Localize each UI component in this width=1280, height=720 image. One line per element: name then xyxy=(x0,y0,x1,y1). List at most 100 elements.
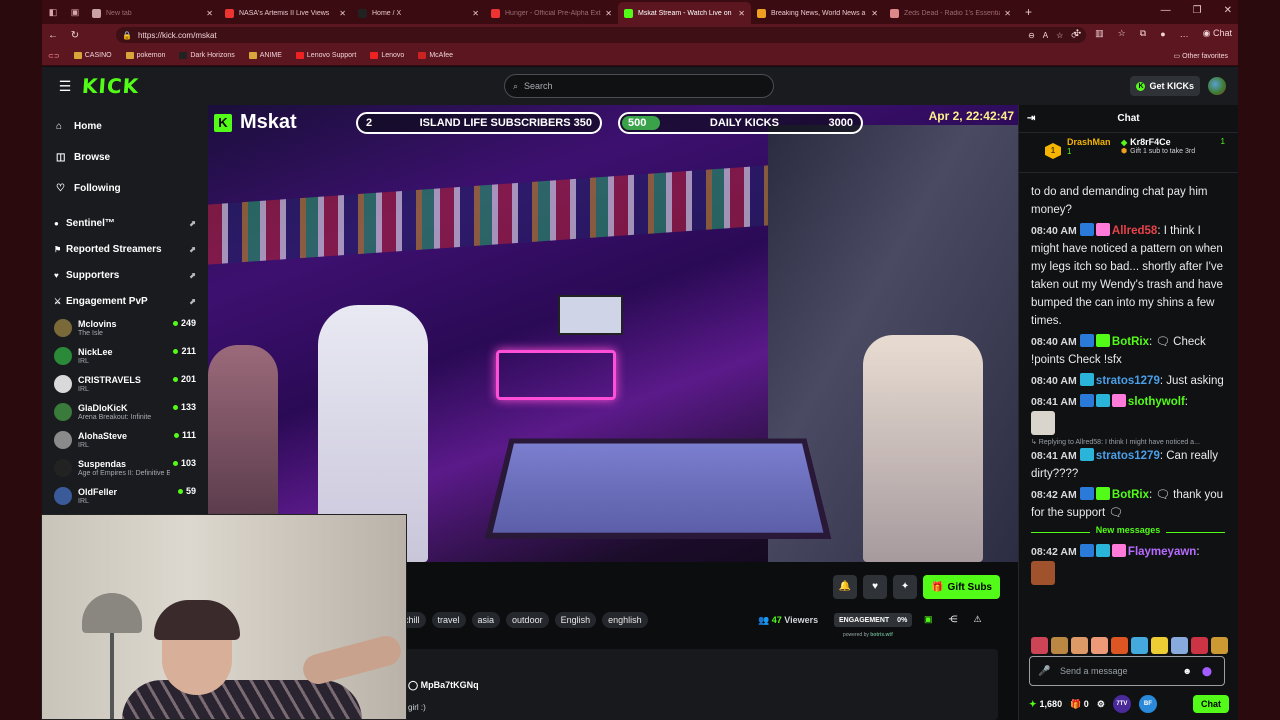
close-tab-icon[interactable]: ✕ xyxy=(206,9,213,18)
close-tab-icon[interactable]: ✕ xyxy=(472,9,479,18)
sidebar-item-browse[interactable]: ◫ Browse xyxy=(42,142,208,173)
read-aloud-icon[interactable]: A xyxy=(1043,31,1048,40)
split-icon[interactable]: ▥ xyxy=(1095,28,1104,39)
stream-tag[interactable]: English xyxy=(554,612,597,628)
bookmark-item[interactable]: ANIME xyxy=(248,52,282,59)
close-tab-icon[interactable]: ✕ xyxy=(738,9,745,18)
emote-picker-icon[interactable]: ⬤ xyxy=(1202,666,1212,677)
section-engagement-pvp[interactable]: ⚔ Engagement PvP ⬈ xyxy=(42,288,208,314)
chat-message[interactable]: to do and demanding chat pay him money? xyxy=(1031,183,1225,219)
message-username[interactable]: BotRix xyxy=(1112,489,1149,501)
get-kicks-button[interactable]: K Get KICKs xyxy=(1130,76,1200,96)
bookmark-item[interactable]: McAfee xyxy=(418,52,453,59)
stream-tag[interactable]: travel xyxy=(431,612,466,628)
message-username[interactable]: slothywolf xyxy=(1128,396,1185,408)
quick-emote[interactable] xyxy=(1071,637,1088,654)
kicks-button[interactable]: ✦ xyxy=(893,575,918,599)
close-tab-icon[interactable]: ✕ xyxy=(1004,9,1011,18)
bookmark-item[interactable]: Dark Horizons xyxy=(179,52,235,59)
new-messages-divider[interactable]: New messages xyxy=(1031,525,1225,539)
engagement-badge[interactable]: ENGAGEMENT 0% xyxy=(834,613,913,627)
more-icon[interactable]: … xyxy=(1180,29,1189,39)
channel-item[interactable]: CRISTRAVELS IRL 201 xyxy=(42,370,208,398)
bookmark-item[interactable]: Lenovo xyxy=(370,52,404,59)
chat-message[interactable]: 08:41 AM stratos1279: Can really dirty??… xyxy=(1031,447,1225,483)
restore-icon[interactable]: ❐ xyxy=(1193,5,1202,16)
account-icon[interactable]: ● xyxy=(1160,29,1165,39)
channel-item[interactable]: OldFeller IRL 59 xyxy=(42,482,208,510)
external-icon[interactable]: ⬈ xyxy=(189,219,196,228)
other-favorites[interactable]: ▭ Other favorites xyxy=(1174,52,1228,60)
message-username[interactable]: stratos1279 xyxy=(1096,450,1160,462)
chat-message[interactable]: 08:40 AM Allred58: I think I might have … xyxy=(1031,222,1225,330)
zoom-icon[interactable]: ⊖ xyxy=(1028,31,1035,40)
quick-emote[interactable] xyxy=(1051,637,1068,654)
browser-tab[interactable]: New tab ✕ xyxy=(86,2,219,24)
collections-icon[interactable]: ⧉ xyxy=(1140,28,1146,39)
gift-subs-button[interactable]: 🎁 Gift Subs xyxy=(923,575,1000,599)
browser-tab[interactable]: Mskat Stream - Watch Live on ✕ xyxy=(618,2,751,24)
minimize-icon[interactable]: — xyxy=(1161,5,1171,16)
external-icon[interactable]: ⬈ xyxy=(189,245,196,254)
channel-item[interactable]: GlaDIoKicK Arena Breakout: Infinite 133 xyxy=(42,398,208,426)
leader-second[interactable]: Kr8rF4Ce Gift 1 sub to take 3rd 1 xyxy=(1121,137,1231,155)
report-icon[interactable]: ⚠ xyxy=(974,614,982,625)
settings-icon[interactable]: ⚙ xyxy=(1097,699,1105,710)
message-username[interactable]: BotRix xyxy=(1112,336,1149,348)
chat-input[interactable]: 🎤 Send a message ☻ ⬤ xyxy=(1029,656,1225,686)
reply-context[interactable]: ↳ Replying to Allred58: I think I might … xyxy=(1031,438,1225,447)
points-balance[interactable]: 1,680 xyxy=(1029,699,1063,710)
bookmark-item[interactable]: CASINO xyxy=(73,52,112,59)
external-icon[interactable]: ⬈ xyxy=(189,297,196,306)
sidebar-item-following[interactable]: ♡ Following xyxy=(42,173,208,204)
browser-tab[interactable]: Zeds Dead - Radio 1's Essential M ✕ xyxy=(884,2,1017,24)
kick-logo[interactable]: KICK xyxy=(81,74,140,98)
hamburger-menu-icon[interactable]: ☰ xyxy=(52,78,78,95)
chat-message[interactable]: 08:42 AM BotRix: 🗨 thank you for the sup… xyxy=(1031,486,1225,522)
tab-actions-icon[interactable]: ▣ xyxy=(64,7,86,18)
quick-emote[interactable] xyxy=(1131,637,1148,654)
back-icon[interactable]: ← xyxy=(42,30,64,41)
channel-item[interactable]: Mclovins The Isle 249 xyxy=(42,314,208,342)
section-reported-streamers[interactable]: ⚑ Reported Streamers ⬈ xyxy=(42,236,208,262)
profile-icon[interactable]: ◧ xyxy=(42,7,64,18)
quick-emote[interactable] xyxy=(1151,637,1168,654)
user-avatar[interactable] xyxy=(1208,77,1226,95)
quick-emote[interactable] xyxy=(1191,637,1208,654)
message-username[interactable]: stratos1279 xyxy=(1096,375,1160,387)
video-player[interactable]: K Mskat 2 ISLAND LIFE SUBSCRIBERS 350 500 D… xyxy=(208,105,1018,562)
chat-message[interactable]: 08:41 AM slothywolf: xyxy=(1031,393,1225,435)
stream-tag[interactable]: outdoor xyxy=(506,612,549,628)
chat-message[interactable]: 08:40 AM BotRix: 🗨 Check !points Check !… xyxy=(1031,333,1225,369)
external-icon[interactable]: ⬈ xyxy=(189,271,196,280)
search-input[interactable]: ⌕ Search xyxy=(504,74,774,98)
sidebar-item-home[interactable]: ⌂ Home xyxy=(42,111,208,142)
stream-tag[interactable]: asia xyxy=(471,612,501,628)
quick-emote[interactable] xyxy=(1111,637,1128,654)
quick-emote[interactable] xyxy=(1031,637,1048,654)
notification-bell-button[interactable]: 🔔 xyxy=(833,575,858,599)
browser-tab[interactable]: Breaking News, World News a ✕ xyxy=(751,2,884,24)
follow-heart-button[interactable]: ♥ xyxy=(863,575,888,599)
close-tab-icon[interactable]: ✕ xyxy=(339,9,346,18)
quick-emote[interactable] xyxy=(1171,637,1188,654)
bookmark-item[interactable]: Lenovo Support xyxy=(295,52,356,59)
collapse-chat-icon[interactable]: ⇥ xyxy=(1027,113,1035,124)
emoji-icon[interactable]: ☻ xyxy=(1183,666,1192,676)
browser-tab[interactable]: Home / X ✕ xyxy=(352,2,485,24)
chat-message[interactable]: 08:40 AM stratos1279: Just asking xyxy=(1031,372,1225,390)
url-field[interactable]: 🔒 https://kick.com/mskat ⊖ A ☆ ⟳ xyxy=(116,27,1086,43)
channel-item[interactable]: AlohaSteve IRL 111 xyxy=(42,426,208,454)
new-tab-button[interactable]: + xyxy=(1025,5,1032,19)
7tv-icon[interactable]: 7TV xyxy=(1112,695,1131,713)
leader-first[interactable]: 1 DrashMan 1 xyxy=(1045,137,1111,159)
stream-tag[interactable]: enghlish xyxy=(602,612,648,628)
message-username[interactable]: Allred58 xyxy=(1112,225,1157,237)
browser-tab[interactable]: Hunger - Official Pre-Alpha Extended ✕ xyxy=(485,2,618,24)
gift-count[interactable]: 🎁 0 xyxy=(1070,699,1089,710)
share-icon[interactable]: ⋲ xyxy=(949,614,958,625)
quick-emote[interactable] xyxy=(1091,637,1108,654)
close-window-icon[interactable]: ✕ xyxy=(1224,5,1232,16)
section-supporters[interactable]: ♥ Supporters ⬈ xyxy=(42,262,208,288)
browser-tab[interactable]: NASA's Artemis II Live Views ✕ xyxy=(219,2,352,24)
